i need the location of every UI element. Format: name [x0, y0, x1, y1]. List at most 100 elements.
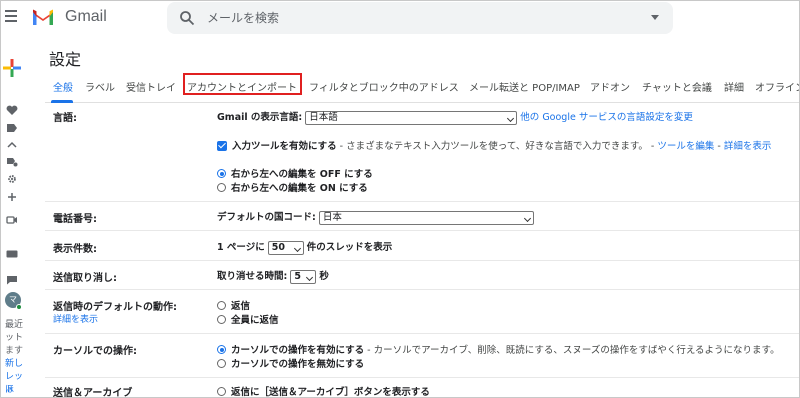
heart-icon[interactable] — [6, 105, 18, 115]
search-options-icon[interactable] — [651, 15, 659, 20]
plus-icon[interactable] — [6, 192, 18, 202]
cursor-enable-option[interactable]: カーソルでの操作を有効にする - カーソルでアーカイブ、削除、既読にする、スヌー… — [217, 342, 780, 356]
video-icon[interactable] — [6, 215, 18, 225]
page-size-suffix: 件のスレッドを表示 — [306, 242, 393, 253]
reply-default-more-link[interactable]: 詳細を表示 — [53, 312, 98, 325]
active-tab-indicator — [51, 100, 73, 103]
input-tools-desc: - さまざまなテキスト入力ツールを使って、好きな言語で入力できます。 - — [336, 141, 658, 152]
display-language-select[interactable]: 日本語 — [305, 110, 518, 125]
phone-label: 電話番号: — [53, 214, 97, 225]
tab-advanced[interactable]: 詳細 — [724, 79, 744, 94]
rtl-off-radio[interactable] — [217, 169, 226, 178]
rail-recent-text-2: ット — [5, 333, 24, 343]
tab-forwarding-pop-imap[interactable]: メール転送と POP/IMAP — [469, 79, 580, 94]
send-archive-row: 送信＆アーカイブ 返信に［送信＆アーカイブ］ボタンを表示する — [45, 378, 799, 398]
reply-option-label: 返信 — [231, 301, 251, 312]
chevron-up-icon[interactable] — [6, 140, 18, 150]
input-tools-more-link[interactable]: 詳細を表示 — [724, 141, 772, 152]
input-tools-label: 入力ツールを有効にする — [232, 141, 337, 152]
cancel-period-value: 5 — [294, 270, 301, 282]
reply-default-row: 返信時のデフォルトの動作: 詳細を表示 返信 全員に返信 — [45, 290, 799, 334]
chevron-down-icon — [306, 273, 314, 281]
settings-tabs: 全般 ラベル 受信トレイ アカウントとインポート フィルタとブロック中のアドレス… — [45, 73, 799, 103]
send-archive-option[interactable]: 返信に［送信＆アーカイブ］ボタンを表示する — [217, 384, 430, 398]
default-country-select[interactable]: 日本 — [318, 210, 534, 225]
phone-row: 電話番号: デフォルトの国コード: 日本 — [45, 202, 799, 231]
cursor-disable-option[interactable]: カーソルでの操作を無効にする — [217, 356, 364, 370]
page-size-row: 表示件数: 1 ページに 50 件のスレッドを表示 — [45, 231, 799, 261]
chevron-down-icon — [293, 244, 301, 252]
cancel-period-label: 取り消せる時間: — [217, 271, 288, 282]
cursor-enable-radio[interactable] — [217, 345, 226, 354]
tab-labels[interactable]: ラベル — [85, 79, 115, 94]
main-menu-icon[interactable] — [5, 10, 19, 24]
cursor-actions-label: カーソルでの操作: — [53, 346, 137, 357]
input-tools-checkbox[interactable] — [217, 140, 227, 151]
reply-all-option[interactable]: 全員に返信 — [217, 312, 279, 326]
tab-filters[interactable]: フィルタとブロック中のアドレス — [309, 79, 459, 94]
undo-send-row: 送信取り消し: 取り消せる時間: 5 秒 — [45, 261, 799, 290]
tab-general[interactable]: 全般 — [53, 79, 73, 94]
display-language-line: Gmail の表示言語: 日本語 他の Google サービスの言語設定を変更 — [217, 109, 693, 125]
rtl-off-option[interactable]: 右から左への編集を OFF にする — [217, 166, 373, 180]
display-language-value: 日本語 — [309, 111, 338, 123]
chevron-down-icon — [523, 214, 531, 222]
cursor-disable-label: カーソルでの操作を無効にする — [231, 359, 365, 370]
rail-new-link[interactable]: 新し — [5, 358, 23, 371]
reply-default-label: 返信時のデフォルトの動作: — [53, 302, 177, 313]
tab-addons[interactable]: アドオン — [590, 79, 630, 94]
keyboard-icon[interactable] — [6, 249, 18, 259]
highlight-box — [183, 73, 302, 95]
display-language-label: Gmail の表示言語: — [217, 112, 303, 123]
cancel-period-select[interactable]: 5 — [290, 269, 317, 284]
search-input[interactable] — [207, 8, 607, 28]
label-icon[interactable] — [6, 123, 18, 133]
other-services-language-link[interactable]: 他の Google サービスの言語設定を変更 — [520, 112, 693, 123]
rtl-on-label: 右から左への編集を ON にする — [231, 183, 368, 194]
search-icon[interactable] — [179, 10, 195, 26]
send-archive-label: 送信＆アーカイブ — [53, 388, 133, 398]
default-country-line: デフォルトの国コード: 日本 — [217, 209, 534, 225]
app-title: Gmail — [65, 8, 107, 25]
page-size-label: 表示件数: — [53, 244, 97, 255]
chat-bubble-icon[interactable] — [6, 275, 18, 285]
page-size-prefix: 1 ページに — [217, 242, 265, 253]
rtl-off-label: 右から左への編集を OFF にする — [231, 169, 373, 180]
gmail-settings-window: Gmail マ 最近 ット ます 新し レ — [0, 0, 800, 398]
cursor-enable-desc: - カーソルでアーカイブ、削除、既読にする、スヌーズの操作をすばやく行えるように… — [364, 345, 780, 356]
language-row: 言語: Gmail の表示言語: 日本語 他の Google サービスの言語設定… — [45, 104, 799, 202]
search-bar[interactable] — [167, 2, 673, 34]
undo-send-label: 送信取り消し: — [53, 273, 117, 284]
tab-inbox[interactable]: 受信トレイ — [126, 79, 176, 94]
edit-tools-link[interactable]: ツールを編集 — [657, 141, 714, 152]
top-bar: Gmail — [1, 1, 799, 37]
tab-offline[interactable]: オフライン — [755, 79, 799, 94]
chevron-down-icon — [507, 114, 515, 122]
default-country-label: デフォルトの国コード: — [217, 212, 316, 223]
tab-chat-meet[interactable]: チャットと会議 — [642, 79, 712, 94]
rtl-on-option[interactable]: 右から左への編集を ON にする — [217, 180, 368, 194]
rtl-on-radio[interactable] — [217, 183, 226, 192]
page-title: 設定 — [49, 50, 82, 69]
reply-all-radio[interactable] — [217, 315, 226, 324]
manage-labels-icon[interactable] — [6, 157, 18, 167]
cursor-actions-row: カーソルでの操作: カーソルでの操作を有効にする - カーソルでアーカイブ、削除… — [45, 334, 799, 378]
send-archive-option-label: 返信に［送信＆アーカイブ］ボタンを表示する — [231, 387, 430, 398]
gear-icon[interactable] — [6, 174, 18, 184]
cancel-period-unit: 秒 — [319, 271, 329, 282]
default-country-value: 日本 — [322, 211, 342, 223]
cursor-disable-radio[interactable] — [217, 359, 226, 368]
reply-all-option-label: 全員に返信 — [231, 315, 279, 326]
rail-new-link-3[interactable]: ほ — [5, 384, 14, 397]
reply-radio[interactable] — [217, 301, 226, 310]
gmail-logo-icon[interactable] — [31, 8, 55, 26]
rail-recent-text-3: ます — [5, 346, 24, 356]
online-status-dot — [16, 304, 22, 310]
compose-plus-icon[interactable] — [1, 57, 23, 79]
language-label: 言語: — [53, 113, 77, 124]
page-size-line: 1 ページに 50 件のスレッドを表示 — [217, 239, 392, 255]
send-archive-radio[interactable] — [217, 387, 226, 396]
rail-recent-text: 最近 — [5, 320, 24, 330]
reply-option[interactable]: 返信 — [217, 298, 250, 312]
page-size-select[interactable]: 50 — [267, 240, 304, 255]
